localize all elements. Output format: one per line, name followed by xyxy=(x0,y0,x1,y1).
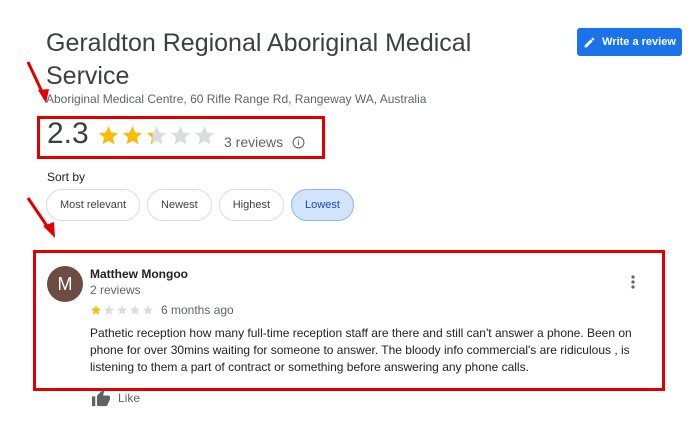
rating-value: 2.3 xyxy=(47,117,89,150)
write-review-label: Write a review xyxy=(602,36,676,48)
review-stars xyxy=(90,304,154,316)
sort-chips: Most relevant Newest Highest Lowest xyxy=(46,189,354,221)
review-time: 6 months ago xyxy=(161,303,234,317)
review-text: Pathetic reception how many full-time re… xyxy=(90,326,632,374)
place-title: Geraldton Regional Aboriginal Medical Se… xyxy=(46,29,472,90)
pencil-icon xyxy=(584,37,595,47)
rating-star-icon xyxy=(170,125,191,145)
annotation-arrow xyxy=(26,61,49,103)
rating-stars xyxy=(97,124,216,147)
sort-chip-newest[interactable]: Newest xyxy=(147,189,212,221)
thumbs-up-icon[interactable] xyxy=(91,389,111,407)
review-star-icon xyxy=(130,305,140,315)
review-star-icon xyxy=(104,305,114,315)
rating-star-icon xyxy=(194,125,215,145)
sort-chip-lowest[interactable]: Lowest xyxy=(291,189,354,221)
more-options-icon[interactable] xyxy=(628,274,638,290)
annotation-arrow xyxy=(26,197,55,238)
like-button-label[interactable]: Like xyxy=(118,391,140,405)
sort-chip-most-relevant[interactable]: Most relevant xyxy=(46,189,141,221)
sort-label: Sort by xyxy=(47,170,86,184)
review-author-meta: 2 reviews xyxy=(90,283,141,297)
review-star-icon xyxy=(143,305,153,315)
review-star-icon xyxy=(91,305,101,315)
review-star-icon xyxy=(117,305,127,315)
info-icon[interactable] xyxy=(292,136,305,149)
sort-chip-highest[interactable]: Highest xyxy=(218,189,285,221)
rating-star-icon xyxy=(122,125,143,145)
avatar[interactable]: M xyxy=(47,266,83,302)
rating-star-icon xyxy=(98,125,119,145)
review-author-name[interactable]: Matthew Mongoo xyxy=(90,267,188,281)
write-review-button[interactable]: Write a review xyxy=(577,28,682,56)
rating-star-icon xyxy=(146,125,167,145)
reviews-count-link[interactable]: 3 reviews xyxy=(224,134,283,150)
place-address: Aboriginal Medical Centre, 60 Rifle Rang… xyxy=(46,92,427,106)
